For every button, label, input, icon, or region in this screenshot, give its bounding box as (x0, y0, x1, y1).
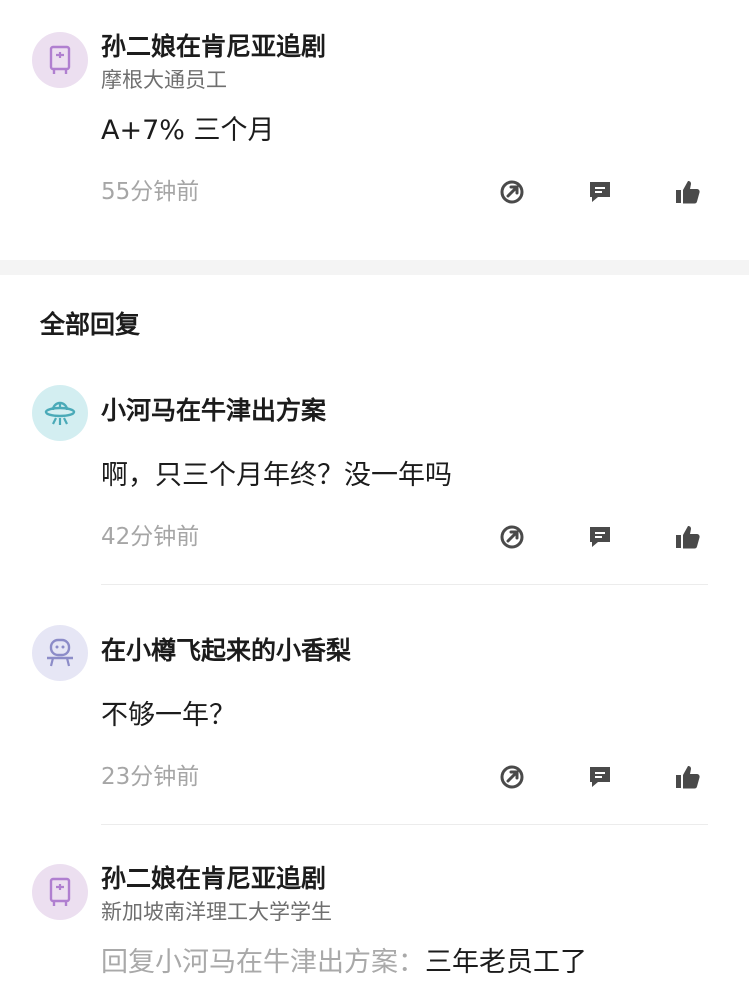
share-button[interactable] (497, 762, 527, 792)
avatar[interactable] (32, 625, 88, 681)
username[interactable]: 孙二娘在肯尼亚追剧 (101, 32, 326, 62)
share-icon (500, 765, 524, 789)
robot-avatar-icon (47, 638, 73, 667)
comment-icon (590, 182, 610, 202)
comment-button[interactable] (585, 522, 615, 552)
avatar[interactable] (32, 32, 88, 88)
comment-icon (590, 767, 610, 787)
reply-text: 不够一年？ (101, 700, 236, 731)
share-button[interactable] (497, 522, 527, 552)
timestamp: 55分钟前 (101, 179, 200, 205)
reply-to-prefix[interactable]: 回复小河马在牛津出方案： (101, 947, 425, 978)
like-button[interactable] (673, 177, 703, 207)
timestamp: 23分钟前 (101, 764, 200, 790)
username[interactable]: 小河马在牛津出方案 (101, 396, 326, 426)
user-subtitle: 摩根大通员工 (101, 68, 227, 92)
timestamp: 42分钟前 (101, 524, 200, 550)
reply-text: 三年老员工了 (425, 947, 587, 978)
avatar[interactable] (32, 864, 88, 920)
comment-thread-page: 孙二娘在肯尼亚追剧 摩根大通员工 A+7% 三个月 55分钟前 全部回复 小河马… (0, 0, 749, 993)
post-text: A+7% 三个月 (101, 115, 275, 146)
reply-item: 在小樽飞起来的小香梨 不够一年？ 23分钟前 (0, 625, 749, 825)
section-divider (0, 260, 749, 275)
reply-text-line: 回复小河马在牛津出方案：三年老员工了 (101, 946, 587, 980)
username[interactable]: 孙二娘在肯尼亚追剧 (101, 864, 326, 894)
user-subtitle: 新加坡南洋理工大学学生 (101, 900, 332, 924)
like-button[interactable] (673, 762, 703, 792)
comment-button[interactable] (585, 177, 615, 207)
original-post: 孙二娘在肯尼亚追剧 摩根大通员工 A+7% 三个月 55分钟前 (0, 0, 749, 260)
ufo-avatar-icon (44, 401, 76, 425)
share-icon (500, 525, 524, 549)
share-icon (500, 180, 524, 204)
thumbs-up-icon (676, 766, 700, 789)
door-avatar-icon (49, 45, 71, 74)
door-avatar-icon (49, 877, 71, 906)
reply-item: 孙二娘在肯尼亚追剧 新加坡南洋理工大学学生 回复小河马在牛津出方案：三年老员工了 (0, 862, 749, 993)
avatar[interactable] (32, 385, 88, 441)
username[interactable]: 在小樽飞起来的小香梨 (101, 636, 351, 666)
share-button[interactable] (497, 177, 527, 207)
thumbs-up-icon (676, 181, 700, 204)
section-title: 全部回复 (40, 310, 141, 339)
divider (101, 584, 708, 585)
divider (101, 824, 708, 825)
reply-item: 小河马在牛津出方案 啊，只三个月年终？没一年吗 42分钟前 (0, 385, 749, 585)
comment-button[interactable] (585, 762, 615, 792)
comment-icon (590, 527, 610, 547)
like-button[interactable] (673, 522, 703, 552)
thumbs-up-icon (676, 526, 700, 549)
reply-text: 啊，只三个月年终？没一年吗 (101, 460, 452, 491)
